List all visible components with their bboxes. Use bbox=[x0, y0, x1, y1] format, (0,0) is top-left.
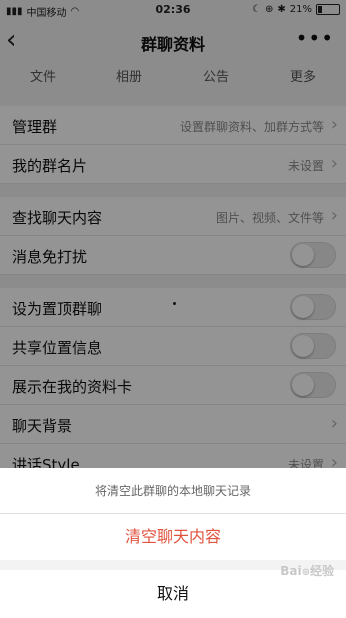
watermark-logo: Bai⊛经验 bbox=[280, 564, 334, 578]
clear-chat-button[interactable]: 清空聊天内容 bbox=[0, 514, 346, 560]
action-sheet: 将清空此群聊的本地聊天记录 清空聊天内容 取消 bbox=[0, 468, 346, 618]
sheet-message: 将清空此群聊的本地聊天记录 bbox=[0, 468, 346, 514]
